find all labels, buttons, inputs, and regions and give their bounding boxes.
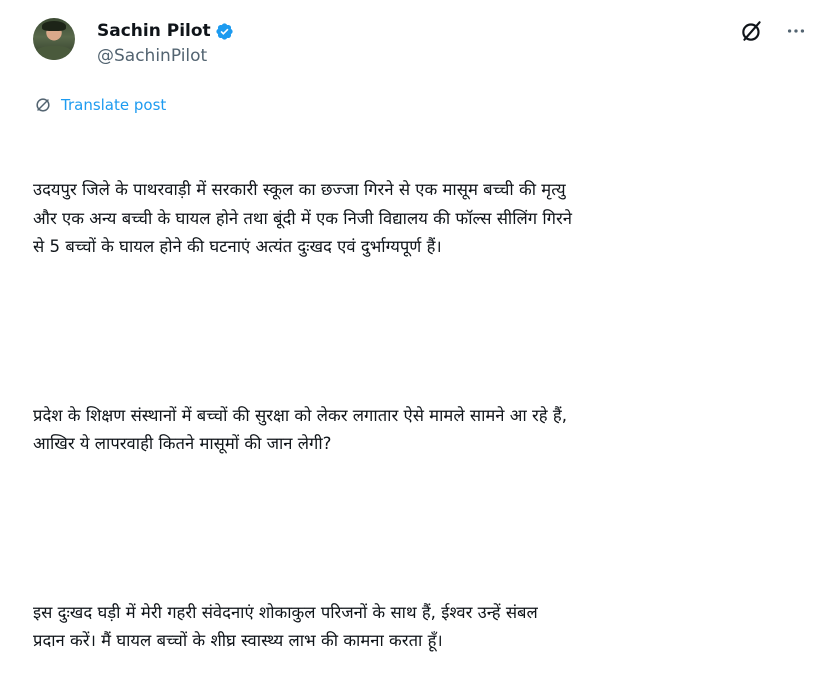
- verified-badge-icon: [216, 22, 233, 40]
- translate-post-link[interactable]: Translate post: [33, 95, 166, 115]
- more-options-icon[interactable]: [785, 20, 807, 42]
- tweet-paragraph-2: प्रदेश के शिक्षण संस्थानों में बच्चों की…: [33, 405, 567, 454]
- tweet-paragraph-1: उदयपुर जिले के पाथरवाड़ी में सरकारी स्कू…: [33, 180, 573, 256]
- avatar-shoulders: [35, 46, 73, 60]
- author-name-row: Sachin Pilot: [97, 20, 234, 42]
- top-actions: [739, 18, 807, 44]
- tweet-text: उदयपुर जिले के पाथरवाड़ी में सरकारी स्कू…: [33, 120, 815, 684]
- translate-icon: [36, 98, 50, 112]
- translate-post-label[interactable]: Translate post: [61, 95, 166, 115]
- grok-icon[interactable]: [739, 18, 765, 44]
- tweet-paragraph-3: इस दुःखद घड़ी में मेरी गहरी संवेदनाएं शो…: [33, 603, 538, 651]
- author-name[interactable]: Sachin Pilot: [97, 20, 211, 42]
- avatar-beret: [42, 21, 66, 31]
- author-handle[interactable]: @SachinPilot: [97, 44, 207, 68]
- avatar[interactable]: [33, 18, 75, 60]
